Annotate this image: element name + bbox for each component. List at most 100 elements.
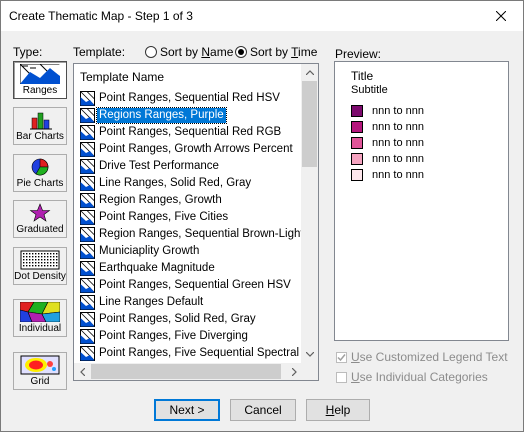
chevron-up-icon bbox=[305, 70, 314, 75]
type-label: Type: bbox=[13, 45, 43, 59]
legend-entry: nnn to nnn bbox=[351, 103, 424, 119]
use-individual-categories-checkbox[interactable]: Use Individual Categories bbox=[336, 370, 488, 384]
legend-label: nnn to nnn bbox=[372, 153, 424, 165]
use-individual-categories-label: Use Individual Categories bbox=[351, 370, 488, 384]
template-list-item[interactable]: Line Ranges, Solid Red, Gray bbox=[80, 175, 304, 192]
type-button-pie-charts[interactable]: Pie Charts bbox=[13, 154, 67, 192]
legend-label: nnn to nnn bbox=[372, 105, 424, 117]
close-button[interactable] bbox=[479, 1, 523, 31]
range-template-icon bbox=[80, 142, 95, 157]
range-template-icon bbox=[80, 176, 95, 191]
scroll-left-button[interactable] bbox=[74, 363, 91, 380]
template-item-label: Drive Test Performance bbox=[99, 160, 219, 172]
legend-entry: nnn to nnn bbox=[351, 151, 424, 167]
scroll-down-button[interactable] bbox=[301, 346, 318, 363]
type-button-label: Ranges bbox=[22, 85, 58, 96]
legend-label: nnn to nnn bbox=[372, 137, 424, 149]
template-item-label: Region Ranges, Growth bbox=[99, 194, 222, 206]
template-item-label: Point Ranges, Sequential Red HSV bbox=[99, 92, 280, 104]
template-item-label: Regions Ranges, Purple bbox=[96, 107, 227, 124]
chevron-right-icon bbox=[292, 367, 297, 376]
template-listbox[interactable]: Template Name Point Ranges, Sequential R… bbox=[73, 63, 319, 381]
pie-chart-icon bbox=[20, 157, 60, 177]
sort-by-name-radio[interactable]: Sort by Name bbox=[145, 45, 233, 59]
type-button-label: Graduated bbox=[16, 224, 64, 235]
cancel-button[interactable]: Cancel bbox=[230, 399, 296, 421]
template-list-item[interactable]: Line Ranges Default bbox=[80, 294, 304, 311]
type-button-individual[interactable]: Individual bbox=[13, 299, 67, 337]
sort-by-name-label: Sort by Name bbox=[160, 45, 234, 59]
preview-label: Preview: bbox=[335, 47, 382, 61]
bar-chart-icon bbox=[20, 110, 60, 130]
legend-swatch bbox=[351, 137, 363, 149]
template-item-label: Point Ranges, Growth Arrows Percent bbox=[99, 143, 293, 155]
legend-entry: nnn to nnn bbox=[351, 119, 424, 135]
template-list-item[interactable]: Municiaplity Growth bbox=[80, 243, 304, 260]
scroll-up-button[interactable] bbox=[301, 64, 318, 81]
type-button-grid[interactable]: Grid bbox=[13, 352, 67, 390]
individual-icon bbox=[19, 301, 61, 323]
template-list-item[interactable]: Point Ranges, Five Sequential Spectral bbox=[80, 345, 304, 362]
radio-circle bbox=[145, 46, 157, 58]
template-list-item[interactable]: Point Ranges, Sequential Red RGB bbox=[80, 124, 304, 141]
preview-panel: Title Subtitle nnn to nnn nnn to nnn nnn t… bbox=[334, 61, 509, 341]
template-list-item[interactable]: Region Ranges, Sequential Brown-Light Ye… bbox=[80, 226, 318, 243]
horizontal-scroll-thumb[interactable] bbox=[91, 364, 281, 379]
template-item-label: Line Ranges, Solid Red, Gray bbox=[99, 177, 252, 189]
horizontal-scrollbar[interactable] bbox=[74, 363, 303, 380]
template-label: Template: bbox=[73, 45, 126, 59]
use-customized-legend-checkbox[interactable]: Use Customized Legend Text bbox=[336, 350, 508, 364]
window-title: Create Thematic Map - Step 1 of 3 bbox=[9, 9, 193, 23]
sort-by-time-label: Sort by Time bbox=[250, 45, 318, 59]
template-list-item[interactable]: Regions Ranges, Purple bbox=[80, 107, 304, 124]
checkmark-icon bbox=[337, 353, 346, 361]
template-list-item[interactable]: Point Ranges, Five Diverging bbox=[80, 328, 304, 345]
range-template-icon bbox=[80, 210, 95, 225]
help-key: H bbox=[325, 403, 335, 417]
legend-label: nnn to nnn bbox=[372, 169, 424, 181]
sort-by-time-radio[interactable]: Sort by Time bbox=[235, 45, 317, 59]
range-template-icon bbox=[80, 125, 95, 140]
ranges-icon bbox=[19, 63, 61, 85]
template-list-item[interactable]: Point Ranges, Sequential Green HSV bbox=[80, 277, 304, 294]
chevron-down-icon bbox=[305, 352, 314, 357]
type-button-graduated[interactable]: Graduated bbox=[13, 200, 67, 238]
grid-icon bbox=[20, 355, 60, 375]
template-list-item[interactable]: Point Ranges, Solid Red, Gray bbox=[80, 311, 304, 328]
vertical-scroll-thumb[interactable] bbox=[302, 81, 317, 167]
template-list-item[interactable]: Earthquake Magnitude bbox=[80, 260, 304, 277]
template-list-item[interactable]: Region Ranges, Growth bbox=[80, 192, 304, 209]
template-name-header: Template Name bbox=[80, 70, 165, 84]
template-item-label: Earthquake Magnitude bbox=[99, 262, 215, 274]
range-template-icon bbox=[80, 329, 95, 344]
template-item-label: Region Ranges, Sequential Brown-Light Ye… bbox=[99, 228, 319, 240]
dialog-window: Create Thematic Map - Step 1 of 3 Type: … bbox=[0, 0, 524, 432]
vertical-scrollbar[interactable] bbox=[301, 64, 318, 363]
template-list-item[interactable]: Drive Test Performance bbox=[80, 158, 304, 175]
range-template-icon bbox=[80, 91, 95, 106]
legend-swatch bbox=[351, 105, 363, 117]
template-list-item[interactable]: Point Ranges, Sequential Red HSV bbox=[80, 90, 304, 107]
template-list-item[interactable]: Point Ranges, Growth Arrows Percent bbox=[80, 141, 304, 158]
next-button[interactable]: Next > bbox=[154, 399, 220, 421]
range-template-icon bbox=[80, 159, 95, 174]
type-button-ranges[interactable]: Ranges bbox=[13, 61, 67, 99]
legend-entry: nnn to nnn bbox=[351, 135, 424, 151]
template-item-label: Point Ranges, Solid Red, Gray bbox=[99, 313, 256, 325]
range-template-icon bbox=[80, 261, 95, 276]
legend-swatch bbox=[351, 121, 363, 133]
type-button-label: Dot Density bbox=[14, 271, 66, 282]
type-button-bar-charts[interactable]: Bar Charts bbox=[13, 107, 67, 145]
range-template-icon bbox=[80, 295, 95, 310]
scrollbar-corner bbox=[301, 363, 318, 380]
type-button-label: Grid bbox=[30, 376, 50, 387]
range-template-icon bbox=[80, 193, 95, 208]
preview-title: Title bbox=[351, 69, 374, 83]
template-list-item[interactable]: Point Ranges, Five Cities bbox=[80, 209, 304, 226]
type-button-label: Bar Charts bbox=[16, 131, 64, 142]
help-button[interactable]: Help bbox=[306, 399, 370, 421]
graduated-star-icon bbox=[20, 203, 60, 223]
chevron-left-icon bbox=[80, 367, 85, 376]
radio-circle bbox=[235, 46, 247, 58]
type-button-dot-density[interactable]: Dot Density bbox=[13, 247, 67, 285]
